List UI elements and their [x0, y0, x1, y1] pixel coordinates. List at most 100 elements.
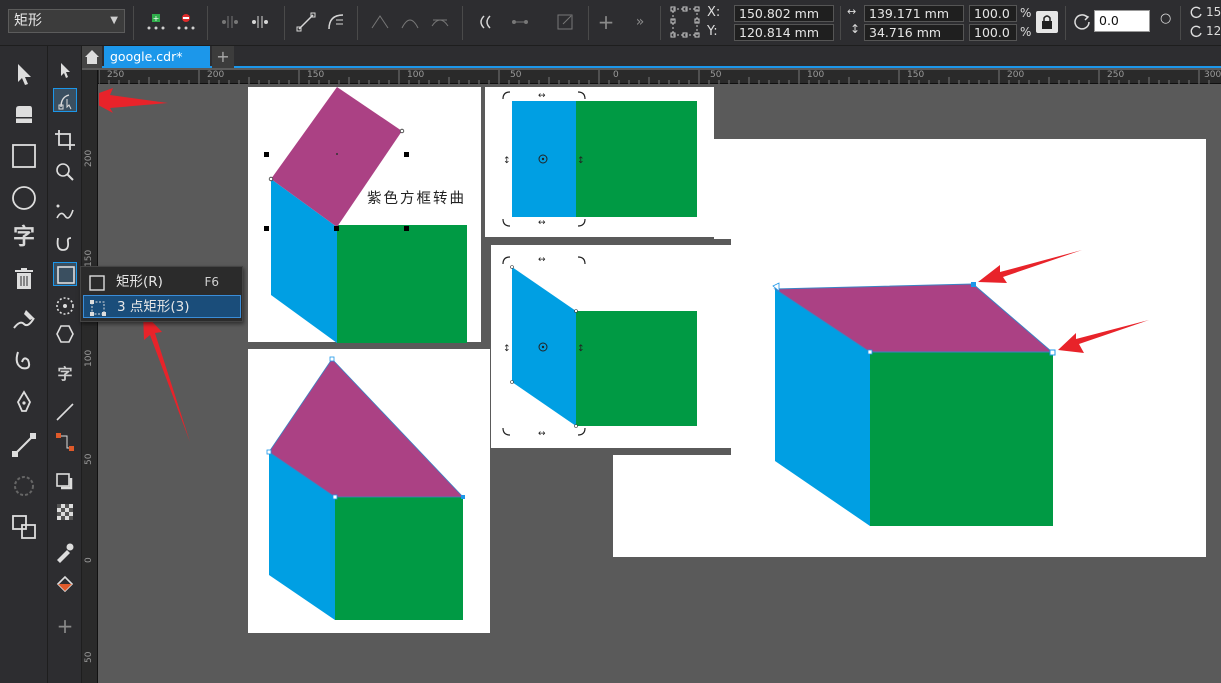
drawing-canvas[interactable]: ↔ ↔ ↕ ↕ ↔ ↔ ↕ ↕ [99, 85, 1221, 683]
pen-icon[interactable] [10, 389, 38, 417]
smooth-node-icon[interactable] [400, 12, 420, 32]
delete-node-icon[interactable] [176, 12, 196, 32]
selection-handle[interactable] [264, 226, 269, 231]
break-curve-icon[interactable] [250, 12, 270, 32]
node-handle[interactable] [510, 380, 514, 384]
artwork: ↔ ↔ ↕ ↕ ↔ ↔ ↕ ↕ [99, 87, 1206, 633]
cube-step-2[interactable]: ↔ ↔ ↕ ↕ [502, 91, 697, 228]
more-icon[interactable]: » [630, 12, 650, 32]
spiral-icon[interactable] [10, 348, 38, 376]
position-icon [670, 6, 700, 38]
mirror-h-icon[interactable] [1188, 5, 1204, 21]
x-position-field[interactable]: 150.802 mm [734, 5, 834, 22]
add-tab-button[interactable]: + [212, 46, 234, 68]
to-line-icon[interactable] [296, 12, 316, 32]
green-face [576, 311, 697, 426]
drop-shadow-icon[interactable] [53, 470, 77, 494]
pick-icon[interactable] [53, 58, 77, 82]
skew-arrow[interactable]: ↕ [577, 344, 585, 354]
dimension-icon[interactable] [53, 400, 77, 424]
node-handle[interactable] [329, 356, 335, 362]
node-handle[interactable] [971, 282, 976, 287]
selection-handle[interactable] [404, 152, 409, 157]
node-handle[interactable] [867, 349, 873, 355]
lock-ratio-button[interactable] [1036, 11, 1058, 33]
bspline-icon[interactable] [53, 232, 77, 256]
rotation-field[interactable]: 0.0 [1094, 10, 1150, 32]
connector-icon[interactable] [10, 431, 38, 459]
selection-handle[interactable] [264, 152, 269, 157]
node-handle[interactable] [399, 128, 405, 134]
skew-arrow[interactable]: ↕ [577, 156, 585, 166]
connector-tool-icon[interactable] [53, 430, 77, 454]
transparency-icon[interactable] [53, 500, 77, 524]
partial-field: 15 [1206, 5, 1221, 19]
fill-icon[interactable] [53, 572, 77, 596]
artistic-media-icon[interactable] [10, 306, 38, 334]
eyedropper-icon[interactable] [53, 540, 77, 564]
rectangle-tool-icon[interactable] [53, 262, 77, 286]
polygon-icon[interactable] [53, 322, 77, 346]
ellipse-tool-icon[interactable] [53, 294, 77, 318]
selection-handle[interactable] [404, 226, 409, 231]
height-field[interactable]: 34.716 mm [864, 24, 964, 41]
menu-item-3point-rectangle[interactable]: 3 点矩形(3) [83, 295, 241, 318]
crop-icon[interactable] [53, 128, 77, 152]
skew-arrow[interactable]: ↔ [538, 91, 546, 101]
shape-tool-icon[interactable] [53, 88, 77, 112]
add-icon[interactable]: + [596, 12, 616, 32]
menu-item-label: 3 点矩形(3) [117, 299, 190, 315]
skew-arrow[interactable]: ↔ [538, 218, 546, 228]
selection-handle[interactable] [334, 226, 339, 231]
join-nodes-icon[interactable] [220, 12, 240, 32]
reverse-direction-icon[interactable] [475, 12, 495, 32]
skew-arrow[interactable]: ↕ [503, 344, 511, 354]
ellipse-icon[interactable] [10, 184, 38, 212]
shape-type-select[interactable]: 矩形 ▼ [8, 9, 125, 33]
chevron-down-icon: ▼ [110, 15, 118, 26]
eraser-icon[interactable] [10, 101, 38, 129]
rectangle-icon[interactable] [10, 142, 38, 170]
home-tab[interactable] [82, 46, 102, 68]
symmetric-node-icon[interactable] [430, 12, 450, 32]
to-curve-icon[interactable] [326, 12, 346, 32]
menu-item-rectangle[interactable]: 矩形(R) F6 [83, 271, 241, 294]
text-icon[interactable]: 字 [10, 224, 38, 252]
rectangle-flyout-menu: 矩形(R) F6 3 点矩形(3) [80, 266, 243, 322]
skew-arrow[interactable]: ↔ [538, 255, 546, 265]
node-handle[interactable] [1049, 349, 1056, 356]
extend-curve-icon[interactable] [510, 12, 530, 32]
freehand-icon[interactable] [53, 200, 77, 224]
skew-arrow[interactable]: ↔ [538, 429, 546, 439]
width-field[interactable]: 139.171 mm [864, 5, 964, 22]
delete-icon[interactable] [10, 265, 38, 293]
horizontal-ruler[interactable]: 250 200 150 100 50 0 50 100 150 200 250 … [82, 70, 1221, 84]
node-handle[interactable] [574, 424, 578, 428]
shape-combine-icon[interactable] [10, 513, 38, 541]
y-position-field[interactable]: 120.814 mm [734, 24, 834, 41]
vertical-ruler[interactable]: 200 150 100 50 0 50 [82, 70, 98, 683]
divider [840, 6, 841, 40]
blend-icon[interactable] [10, 472, 38, 500]
node-handle[interactable] [268, 176, 274, 182]
add-node-icon[interactable]: + [146, 12, 166, 32]
scale-width-field[interactable]: 100.0 [969, 5, 1017, 22]
node-handle[interactable] [332, 494, 338, 500]
pick-tool-icon[interactable] [10, 60, 38, 88]
text-tool-icon[interactable]: 字 [53, 362, 77, 386]
skew-arrow[interactable]: ↕ [503, 156, 511, 166]
node-handle[interactable] [266, 449, 272, 455]
divider [481, 87, 485, 349]
node-handle[interactable] [461, 495, 465, 499]
cusp-node-icon[interactable] [370, 12, 390, 32]
add-icon[interactable]: + [53, 614, 77, 638]
mirror-v-icon[interactable] [1188, 24, 1204, 40]
zoom-icon[interactable] [53, 160, 77, 184]
green-face [335, 497, 463, 620]
scale-height-field[interactable]: 100.0 [969, 24, 1017, 41]
node-handle[interactable] [574, 309, 578, 313]
rotation-icon [1074, 14, 1090, 30]
document-tab[interactable]: google.cdr* [104, 46, 210, 68]
node-handle[interactable] [510, 265, 514, 269]
extract-subpath-icon[interactable] [555, 12, 575, 32]
